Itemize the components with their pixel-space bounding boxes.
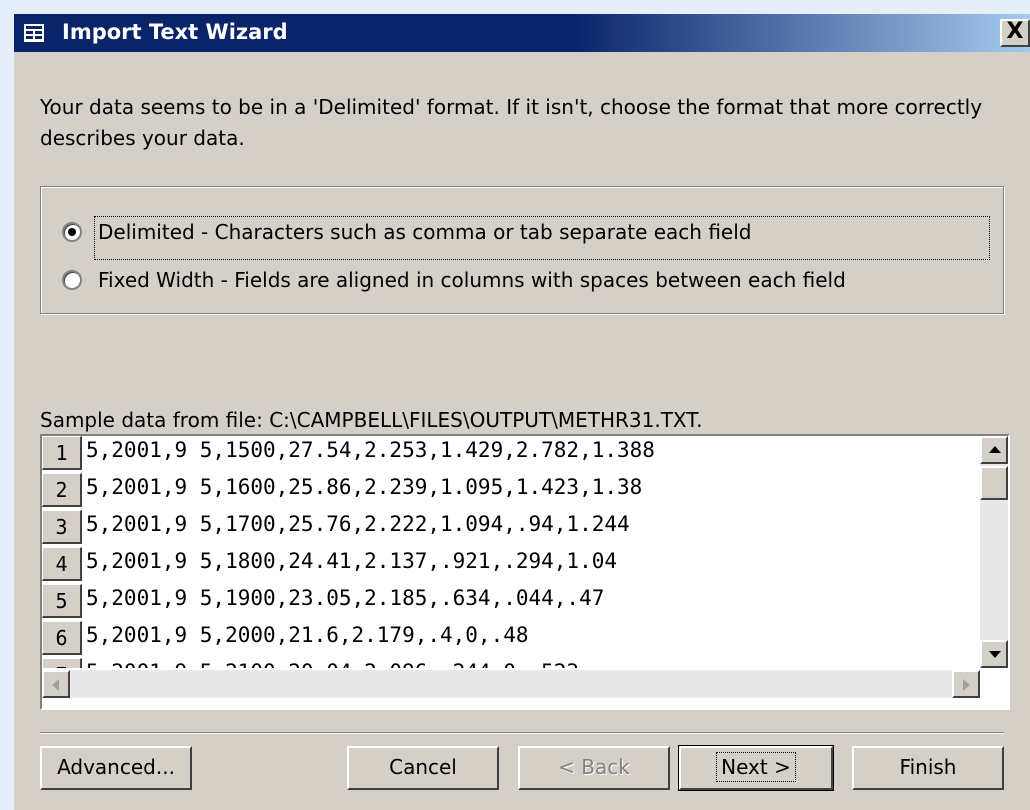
back-button-label: < Back bbox=[558, 755, 630, 779]
horizontal-scrollbar[interactable] bbox=[42, 670, 980, 698]
advanced-button-label: Advanced... bbox=[57, 755, 175, 779]
sample-row: 3 5,2001,9 5,1700,25.76,2.222,1.094,.94,… bbox=[42, 510, 980, 547]
cancel-button[interactable]: Cancel bbox=[347, 746, 499, 790]
arrow-right-icon bbox=[963, 679, 970, 691]
finish-button[interactable]: Finish bbox=[852, 746, 1004, 790]
sample-row: 7 5,2001,9 5,2100,20.04,2.096,.244,0,.52… bbox=[42, 658, 980, 668]
scroll-left-button[interactable] bbox=[42, 670, 70, 698]
cancel-button-label: Cancel bbox=[389, 755, 457, 779]
delimited-radio[interactable] bbox=[62, 222, 82, 242]
form-icon bbox=[24, 24, 44, 42]
sample-data-label: Sample data from file: C:\CAMPBELL\FILES… bbox=[40, 408, 703, 432]
row-text: 5,2001,9 5,1900,23.05,2.185,.634,.044,.4… bbox=[86, 586, 605, 610]
row-number: 6 bbox=[42, 621, 82, 655]
row-number: 3 bbox=[42, 510, 82, 544]
arrow-left-icon bbox=[52, 679, 59, 691]
close-icon: X bbox=[1006, 19, 1024, 44]
delimited-label[interactable]: Delimited - Characters such as comma or … bbox=[98, 220, 752, 244]
button-separator bbox=[40, 732, 1004, 734]
window-title: Import Text Wizard bbox=[62, 20, 288, 44]
vertical-scrollbar[interactable] bbox=[980, 436, 1008, 668]
sample-row: 4 5,2001,9 5,1800,24.41,2.137,.921,.294,… bbox=[42, 547, 980, 584]
row-text: 5,2001,9 5,1700,25.76,2.222,1.094,.94,1.… bbox=[86, 512, 630, 536]
vertical-scroll-thumb[interactable] bbox=[980, 466, 1008, 500]
radio-selected-dot bbox=[68, 228, 76, 236]
row-number: 5 bbox=[42, 584, 82, 618]
scroll-right-button[interactable] bbox=[952, 670, 980, 698]
fixed-width-radio[interactable] bbox=[62, 270, 82, 290]
finish-button-label: Finish bbox=[899, 755, 957, 779]
sample-row: 2 5,2001,9 5,1600,25.86,2.239,1.095,1.42… bbox=[42, 473, 980, 510]
arrow-down-icon bbox=[989, 651, 1001, 658]
back-button[interactable]: < Back bbox=[518, 746, 670, 790]
scroll-down-button[interactable] bbox=[980, 640, 1008, 668]
fixed-width-label[interactable]: Fixed Width - Fields are aligned in colu… bbox=[98, 268, 846, 292]
next-button-label: Next > bbox=[716, 752, 796, 782]
wizard-description: Your data seems to be in a 'Delimited' f… bbox=[40, 95, 983, 150]
row-text: 5,2001,9 5,2100,20.04,2.096,.244,0,.523 bbox=[86, 660, 579, 668]
sample-rows: 1 5,2001,9 5,1500,27.54,2.253,1.429,2.78… bbox=[42, 436, 980, 668]
row-number: 2 bbox=[42, 473, 82, 507]
title-bar[interactable]: Import Text Wizard X bbox=[14, 14, 1030, 52]
row-text: 5,2001,9 5,1600,25.86,2.239,1.095,1.423,… bbox=[86, 475, 643, 499]
sample-data-preview[interactable]: 1 5,2001,9 5,1500,27.54,2.253,1.429,2.78… bbox=[40, 434, 1010, 710]
import-text-wizard-dialog: Import Text Wizard X Your data seems to … bbox=[14, 14, 1030, 810]
row-number: 1 bbox=[42, 436, 82, 470]
sample-row: 5 5,2001,9 5,1900,23.05,2.185,.634,.044,… bbox=[42, 584, 980, 621]
row-number: 7 bbox=[42, 658, 82, 668]
row-text: 5,2001,9 5,2000,21.6,2.179,.4,0,.48 bbox=[86, 623, 529, 647]
scroll-up-button[interactable] bbox=[980, 436, 1008, 464]
row-number: 4 bbox=[42, 547, 82, 581]
next-button[interactable]: Next > bbox=[678, 745, 834, 791]
arrow-up-icon bbox=[989, 446, 1001, 453]
advanced-button[interactable]: Advanced... bbox=[40, 746, 192, 790]
row-text: 5,2001,9 5,1800,24.41,2.137,.921,.294,1.… bbox=[86, 549, 618, 573]
sample-row: 6 5,2001,9 5,2000,21.6,2.179,.4,0,.48 bbox=[42, 621, 980, 658]
close-button[interactable]: X bbox=[1000, 19, 1030, 47]
sample-row: 1 5,2001,9 5,1500,27.54,2.253,1.429,2.78… bbox=[42, 436, 980, 473]
row-text: 5,2001,9 5,1500,27.54,2.253,1.429,2.782,… bbox=[86, 438, 655, 462]
